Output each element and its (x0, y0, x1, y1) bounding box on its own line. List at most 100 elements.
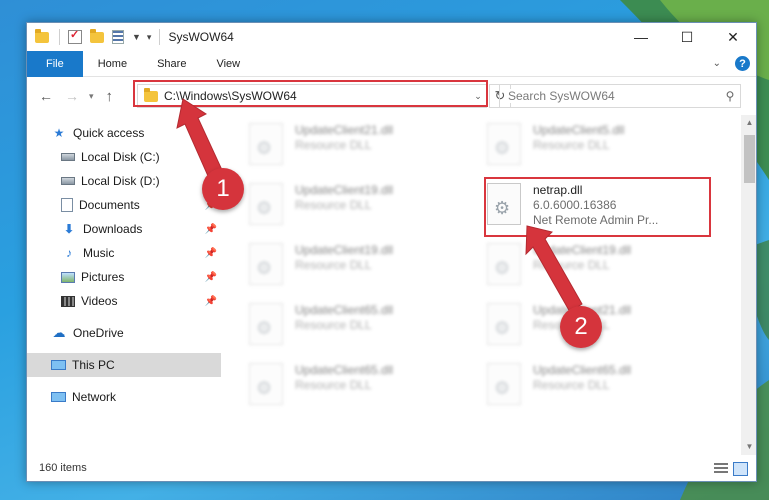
dll-file-icon (487, 303, 521, 345)
scroll-up-icon[interactable]: ▲ (741, 115, 756, 131)
file-item[interactable]: UpdateClient65.dllResource DLL (487, 359, 717, 411)
search-input[interactable] (508, 89, 720, 103)
tiles-view-icon[interactable] (733, 462, 748, 476)
onedrive-icon: ☁ (52, 325, 66, 340)
tab-file[interactable]: File (27, 50, 83, 77)
sidebar-item-label: Network (72, 390, 117, 404)
dll-file-icon (487, 243, 521, 285)
network-icon (51, 392, 66, 402)
disk-icon (61, 153, 75, 161)
dll-file-icon (487, 183, 521, 225)
scrollbar-thumb[interactable] (744, 135, 755, 183)
expand-ribbon-icon[interactable]: ⌄ (713, 58, 721, 69)
sidebar-item-this-pc[interactable]: This PC (27, 353, 221, 377)
new-folder-icon[interactable] (90, 28, 104, 43)
file-version: 6.0.6000.16386 (533, 198, 617, 212)
sidebar-item-quick-access[interactable]: ★ Quick access (27, 121, 221, 145)
item-count: 160 items (39, 462, 87, 474)
sidebar-item-label: Local Disk (C:) (81, 150, 160, 164)
sidebar-item-label: Quick access (73, 126, 145, 140)
up-arrow-icon[interactable]: ↑ (106, 88, 114, 105)
dll-file-icon (249, 183, 283, 225)
dll-file-icon (487, 123, 521, 165)
pin-icon[interactable]: 📌 (205, 296, 217, 307)
sidebar-item-network[interactable]: Network (27, 385, 221, 409)
star-icon: ★ (53, 126, 65, 140)
vertical-scrollbar[interactable]: ▲ ▼ (741, 115, 756, 455)
pin-icon[interactable]: 📌 (205, 272, 217, 283)
file-name: UpdateClient19.dll (533, 243, 632, 257)
file-type: Resource DLL (295, 258, 372, 272)
sidebar-item-onedrive[interactable]: ☁ OneDrive (27, 321, 221, 345)
sidebar-item-documents[interactable]: Documents 📌 (27, 193, 221, 217)
scroll-down-icon[interactable]: ▼ (741, 439, 756, 455)
file-item[interactable]: UpdateClient5.dllResource DLL (487, 119, 717, 171)
file-name: UpdateClient21.dll (295, 123, 394, 137)
file-name: netrap.dll (533, 183, 583, 197)
view-options-icon[interactable] (112, 30, 124, 44)
sidebar-item-label: Downloads (83, 222, 143, 236)
file-item[interactable]: UpdateClient21.dllResource DLL (249, 119, 479, 171)
properties-icon[interactable] (68, 28, 82, 44)
sidebar-item-music[interactable]: ♪ Music 📌 (27, 241, 221, 265)
address-bar[interactable]: C:\Windows\SysWOW64 ⌄ (137, 84, 487, 108)
music-icon: ♪ (66, 246, 72, 260)
help-icon[interactable]: ? (735, 56, 750, 71)
dll-file-icon (249, 123, 283, 165)
back-arrow-icon[interactable]: ← (39, 88, 53, 104)
downloads-icon: ⬇ (63, 222, 75, 236)
sidebar-item-local-disk-d[interactable]: Local Disk (D:) (27, 169, 221, 193)
window-title: SysWOW64 (168, 30, 234, 44)
pin-icon[interactable]: 📌 (205, 224, 217, 235)
file-item[interactable]: UpdateClient65.dllResource DLL (249, 299, 479, 351)
this-pc-icon (51, 360, 66, 370)
address-dropdown-icon[interactable]: ⌄ (470, 91, 486, 102)
file-explorer-window: ▼ ▾ SysWOW64 — ☐ ✕ File Home Share View … (26, 22, 757, 482)
close-button[interactable]: ✕ (710, 23, 756, 51)
pin-icon[interactable]: 📌 (205, 248, 217, 259)
ribbon-tabs: File Home Share View ⌄ ? (27, 50, 756, 77)
address-path[interactable]: C:\Windows\SysWOW64 (164, 89, 470, 103)
file-item[interactable]: UpdateClient19.dllResource DLL (249, 239, 479, 291)
quick-access-toolbar: ▼ ▾ SysWOW64 (27, 23, 234, 51)
tab-view[interactable]: View (201, 51, 255, 77)
sidebar-item-pictures[interactable]: Pictures 📌 (27, 265, 221, 289)
sidebar-item-downloads[interactable]: ⬇ Downloads 📌 (27, 217, 221, 241)
file-item[interactable]: UpdateClient19.dllResource DLL (249, 179, 479, 231)
forward-arrow-icon[interactable]: → (65, 88, 79, 104)
content-area: ★ Quick access Local Disk (C:) Local Dis… (27, 115, 756, 455)
dll-file-icon (249, 243, 283, 285)
sidebar-item-label: Documents (79, 198, 140, 212)
sidebar-item-local-disk-c[interactable]: Local Disk (C:) (27, 145, 221, 169)
sidebar-item-label: Pictures (81, 270, 125, 284)
file-name: UpdateClient65.dll (295, 363, 394, 377)
navigation-bar: ← → ▾ ↑ C:\Windows\SysWOW64 ⌄ ↻ ⚲ (27, 77, 756, 115)
window-controls: — ☐ ✕ (618, 23, 756, 51)
file-item[interactable]: UpdateClient65.dllResource DLL (249, 359, 479, 411)
chevron-down-icon[interactable]: ▼ (132, 32, 141, 42)
tab-home[interactable]: Home (83, 51, 142, 77)
file-type: Resource DLL (295, 138, 372, 152)
videos-icon (61, 295, 75, 307)
file-name: UpdateClient5.dll (533, 123, 625, 137)
file-name: UpdateClient65.dll (295, 303, 394, 317)
dll-file-icon (249, 363, 283, 405)
file-item-netrap[interactable]: netrap.dll 6.0.6000.16386 Net Remote Adm… (487, 179, 717, 237)
tab-share[interactable]: Share (142, 51, 201, 77)
file-item[interactable]: UpdateClient19.dllResource DLL (487, 239, 717, 291)
recent-locations-icon[interactable]: ▾ (89, 91, 94, 102)
disk-icon (61, 177, 75, 185)
file-type: Resource DLL (295, 318, 372, 332)
file-item[interactable]: UpdateClient21.dllResource DLL (487, 299, 717, 351)
sidebar-item-label: This PC (72, 358, 115, 372)
details-view-icon[interactable] (714, 463, 728, 475)
maximize-button[interactable]: ☐ (664, 23, 710, 51)
minimize-button[interactable]: — (618, 23, 664, 51)
search-icon[interactable]: ⚲ (720, 89, 740, 103)
file-list: UpdateClient21.dllResource DLL UpdateCli… (223, 115, 739, 455)
file-type: Resource DLL (533, 138, 610, 152)
step-badge-2: 2 (560, 306, 602, 348)
customize-toolbar-icon[interactable]: ▾ (147, 32, 152, 43)
sidebar-item-videos[interactable]: Videos 📌 (27, 289, 221, 313)
search-box[interactable]: ⚲ (499, 84, 741, 108)
